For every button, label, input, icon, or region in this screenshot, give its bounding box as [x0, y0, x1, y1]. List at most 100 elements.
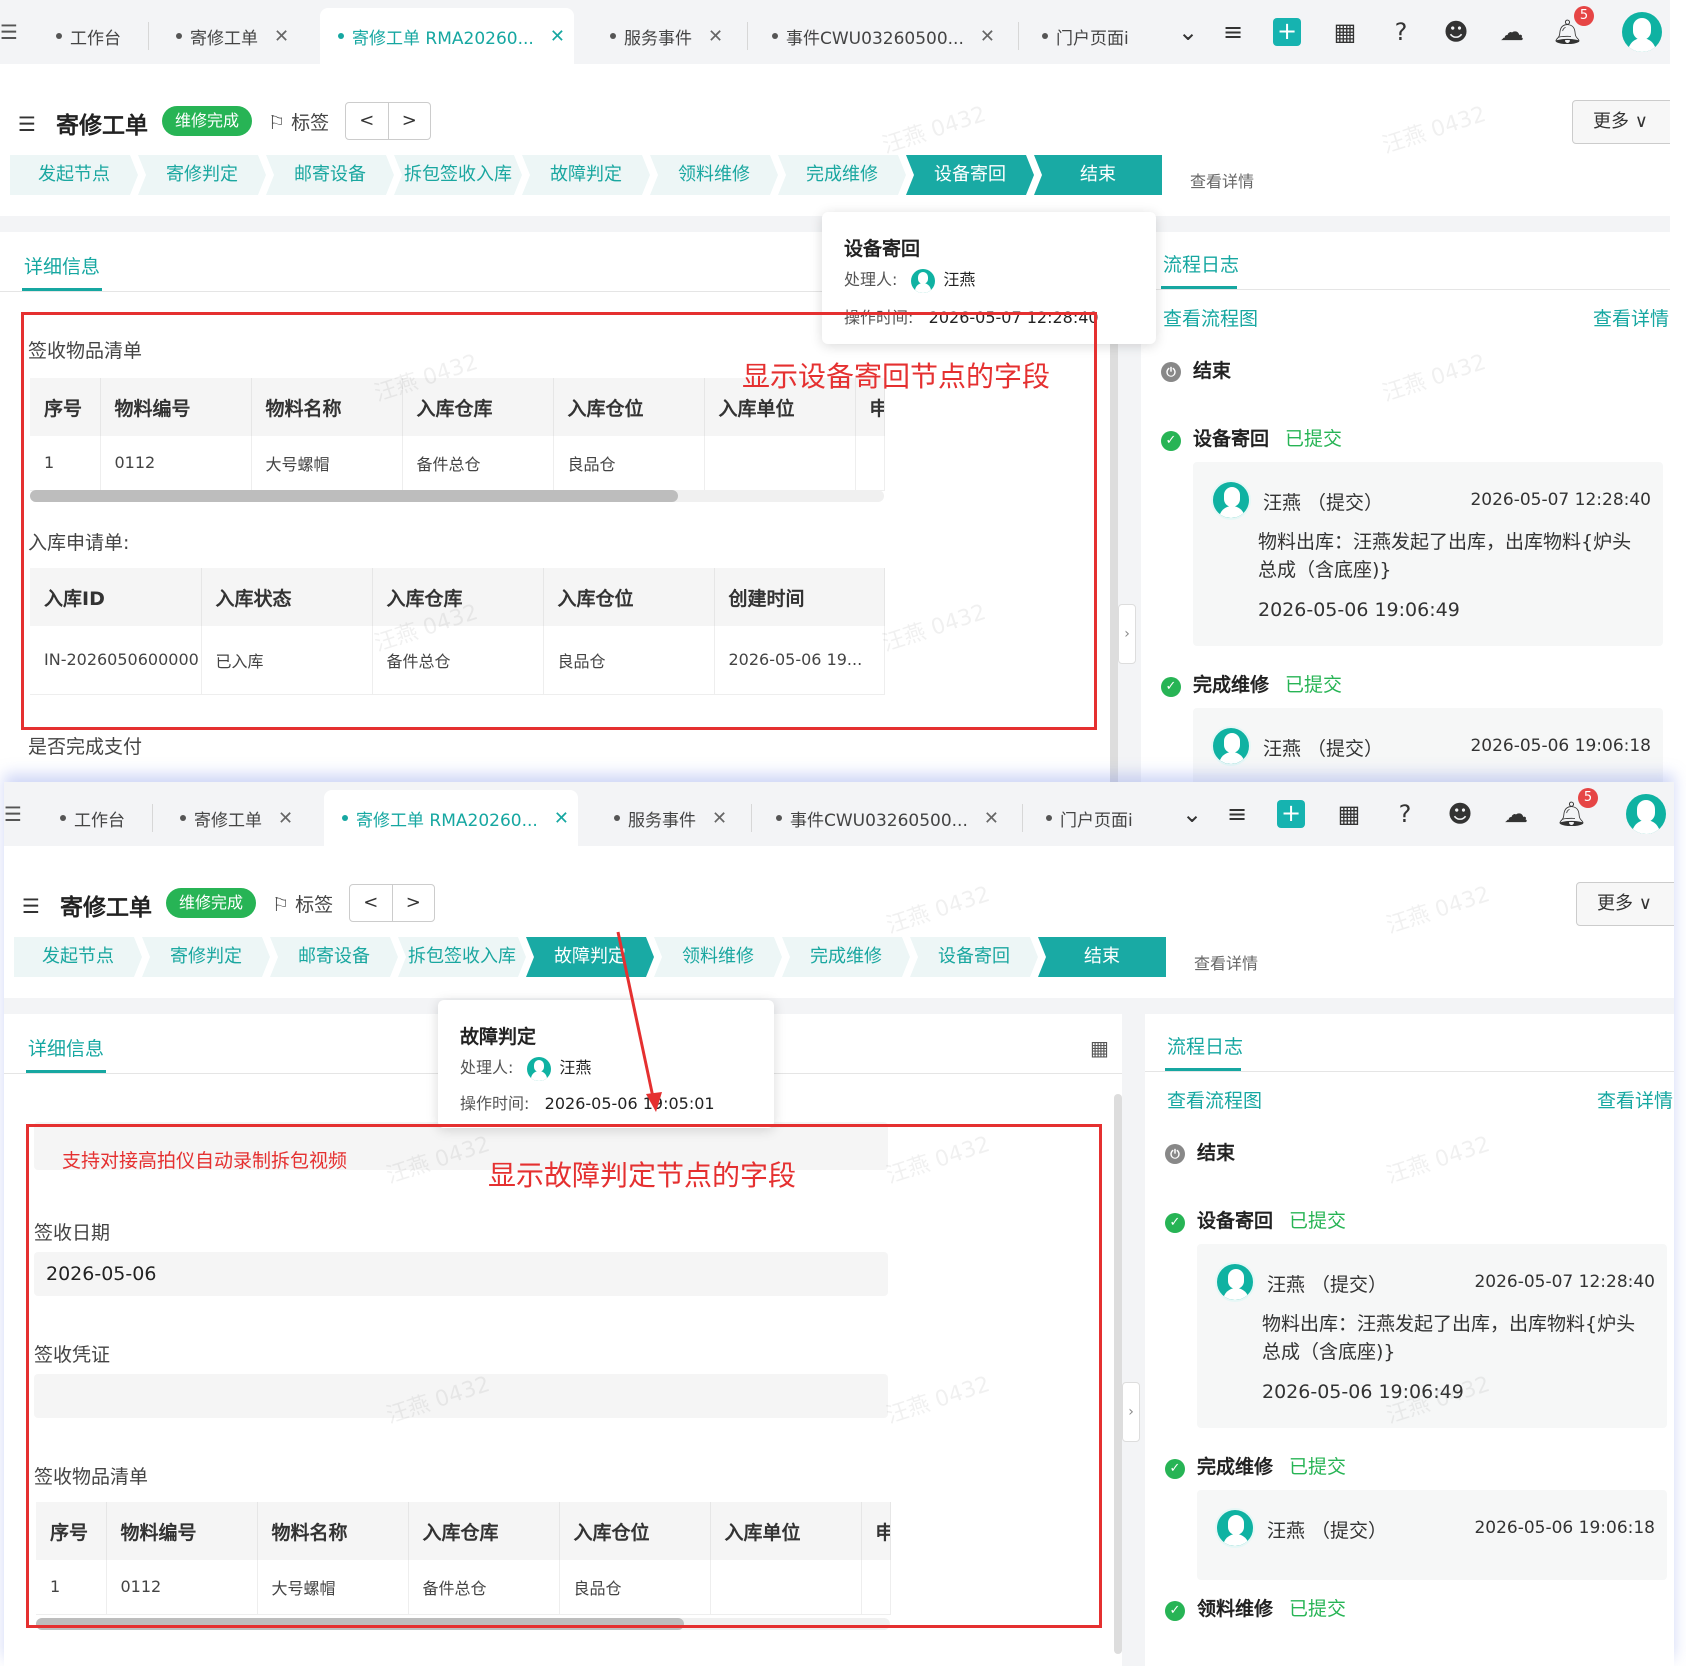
step-repair-judge[interactable]: 寄修判定	[142, 937, 270, 977]
tab-label: 寄修工单	[194, 810, 262, 831]
collapse-handle[interactable]: ›	[1122, 1382, 1140, 1442]
view-detail-link[interactable]: 查看详情	[1190, 168, 1254, 192]
tab-event-cwu[interactable]: 事件CWU03260500... ✕	[776, 790, 999, 846]
view-detail-link[interactable]: 查看详情	[1593, 304, 1669, 331]
tab-workbench[interactable]: 工作台	[60, 790, 125, 846]
annotation-text: 支持对接高拍仪自动录制拆包视频	[62, 1150, 348, 1172]
step-complete-repair[interactable]: 完成维修	[778, 155, 906, 195]
tab-repair-order-rma[interactable]: 寄修工单 RMA20260... ✕	[324, 790, 578, 846]
step-complete-repair[interactable]: 完成维修	[782, 937, 910, 977]
close-icon[interactable]: ✕	[550, 26, 565, 47]
step-return-device[interactable]: 设备寄回	[906, 155, 1034, 195]
step-fault-judge[interactable]: 故障判定	[526, 937, 654, 977]
tab-label: 事件CWU03260500...	[790, 810, 968, 831]
tab-details[interactable]: 详细信息	[24, 252, 100, 279]
list-menu-icon[interactable]: ≡	[1218, 18, 1248, 46]
close-icon[interactable]: ✕	[278, 808, 293, 829]
more-button[interactable]: 更多 ∨	[1572, 100, 1670, 144]
more-button[interactable]: 更多 ∨	[1576, 882, 1674, 926]
tab-event-cwu[interactable]: 事件CWU03260500... ✕	[772, 8, 995, 64]
list-menu-icon[interactable]: ≡	[1222, 800, 1252, 828]
step-unpack-receive[interactable]: 拆包签收入库	[398, 937, 526, 977]
close-icon[interactable]: ✕	[708, 26, 723, 47]
log-message-time: 2026-05-06 19:06:49	[1258, 599, 1460, 621]
service-icon[interactable]: ☻	[1441, 18, 1471, 46]
view-flow-chart-link[interactable]: 查看流程图	[1167, 1086, 1262, 1113]
tab-flow-log[interactable]: 流程日志	[1163, 250, 1239, 277]
tab-service-events[interactable]: 服务事件 ✕	[614, 790, 727, 846]
view-detail-link[interactable]: 查看详情	[1194, 950, 1258, 974]
step-mail-device[interactable]: 邮寄设备	[266, 155, 394, 195]
close-icon[interactable]: ✕	[984, 808, 999, 829]
help-icon[interactable]: ?	[1390, 800, 1420, 828]
tab-portal-page[interactable]: 门户页面i	[1046, 790, 1146, 846]
step-repair-judge[interactable]: 寄修判定	[138, 155, 266, 195]
view-detail-link[interactable]: 查看详情	[1597, 1086, 1673, 1113]
close-icon[interactable]: ✕	[980, 26, 995, 47]
view-flow-chart-link[interactable]: 查看流程图	[1163, 304, 1258, 331]
tab-repair-orders[interactable]: 寄修工单 ✕	[176, 8, 289, 64]
next-button[interactable]: >	[393, 885, 435, 921]
add-icon[interactable]: +	[1277, 800, 1305, 828]
step-end[interactable]: 结束	[1034, 155, 1162, 195]
close-icon[interactable]: ✕	[712, 808, 727, 829]
step-fault-judge[interactable]: 故障判定	[522, 155, 650, 195]
tag-button[interactable]: ⚐ 标签	[268, 108, 329, 135]
log-card: 汪燕 （提交） 2026-05-06 19:06:18	[1193, 708, 1663, 790]
calendar-icon[interactable]: ▦	[1090, 1036, 1109, 1060]
log-node: 结束	[1197, 1142, 1236, 1164]
tab-portal-page[interactable]: 门户页面i	[1042, 8, 1142, 64]
step-return-device[interactable]: 设备寄回	[910, 937, 1038, 977]
user-avatar[interactable]	[1626, 794, 1666, 834]
log-user: 汪燕 （提交）	[1267, 1274, 1388, 1296]
tag-button[interactable]: ⚐ 标签	[272, 890, 333, 917]
step-start[interactable]: 发起节点	[10, 155, 138, 195]
status-badge: 维修完成	[162, 106, 253, 136]
tab-workbench[interactable]: 工作台	[56, 8, 121, 64]
log-status: 已提交	[1289, 1598, 1347, 1620]
step-end[interactable]: 结束	[1038, 937, 1166, 977]
tab-repair-orders[interactable]: 寄修工单 ✕	[180, 790, 293, 846]
tab-flow-log[interactable]: 流程日志	[1167, 1032, 1243, 1059]
cloud-download-icon[interactable]: ☁	[1497, 18, 1527, 46]
chevron-down-icon[interactable]: ⌄	[1177, 800, 1207, 828]
tab-label: 服务事件	[624, 28, 692, 49]
step-start[interactable]: 发起节点	[14, 937, 142, 977]
page-title: 寄修工单	[60, 895, 152, 921]
tab-details[interactable]: 详细信息	[28, 1034, 104, 1061]
close-icon[interactable]: ✕	[274, 26, 289, 47]
menu-fold-icon[interactable]: ☰	[22, 894, 40, 918]
tab-repair-order-rma[interactable]: 寄修工单 RMA20260... ✕	[320, 8, 574, 64]
step-unpack-receive[interactable]: 拆包签收入库	[394, 155, 522, 195]
chevron-down-icon[interactable]: ⌄	[1173, 18, 1203, 46]
add-icon[interactable]: +	[1273, 18, 1301, 46]
log-node: 领料维修	[1197, 1598, 1274, 1620]
step-material-repair[interactable]: 领料维修	[650, 155, 778, 195]
tag-icon: ⚐	[272, 894, 296, 916]
close-icon[interactable]: ✕	[554, 808, 569, 829]
step-mail-device[interactable]: 邮寄设备	[270, 937, 398, 977]
next-button[interactable]: >	[389, 103, 431, 139]
prev-button[interactable]: <	[350, 885, 393, 921]
calendar-icon[interactable]: ▦	[1334, 800, 1364, 828]
user-avatar[interactable]	[1622, 12, 1662, 52]
panel-scrollbar[interactable]	[1114, 1094, 1122, 1654]
service-icon[interactable]: ☻	[1445, 800, 1475, 828]
screenshot-top: ☰ 工作台 寄修工单 ✕ 寄修工单 RMA20260... ✕ 服务事件 ✕ 事件CW…	[0, 0, 1670, 790]
popover-handler: 处理人: 汪燕	[844, 266, 975, 293]
calendar-icon[interactable]: ▦	[1330, 18, 1360, 46]
avatar	[1211, 726, 1251, 766]
log-status: 已提交	[1285, 428, 1343, 450]
collapse-handle[interactable]: ›	[1118, 604, 1136, 664]
step-material-repair[interactable]: 领料维修	[654, 937, 782, 977]
tab-service-events[interactable]: 服务事件 ✕	[610, 8, 723, 64]
help-icon[interactable]: ?	[1386, 18, 1416, 46]
menu-fold-icon[interactable]: ☰	[18, 112, 36, 136]
cloud-download-icon[interactable]: ☁	[1501, 800, 1531, 828]
collapse-menu-icon[interactable]: ☰	[4, 802, 22, 826]
prev-button[interactable]: <	[346, 103, 389, 139]
log-time: 2026-05-07 12:28:40	[1470, 490, 1651, 510]
panel-scrollbar[interactable]	[1110, 312, 1118, 790]
record-nav: < >	[349, 884, 435, 922]
collapse-menu-icon[interactable]: ☰	[0, 20, 18, 44]
